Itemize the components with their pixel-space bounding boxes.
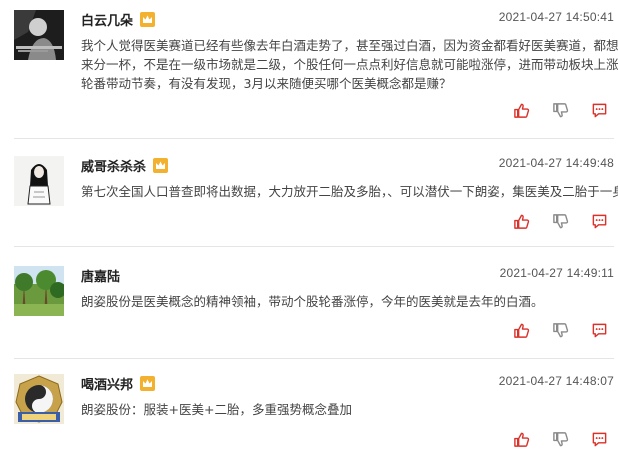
avatar[interactable]	[14, 10, 64, 60]
comment-line: 朗姿股份：服装+医美+二胎，多重强势概念叠加	[81, 402, 352, 417]
action-bar	[513, 431, 608, 448]
post-time: 2021-04-27 14:49:48	[498, 156, 614, 170]
thumbs-down-icon[interactable]	[552, 213, 569, 230]
avatar-image-icon	[14, 10, 64, 60]
action-bar	[513, 213, 608, 230]
thumbs-up-icon[interactable]	[513, 322, 530, 339]
action-bar	[513, 102, 608, 119]
divider	[14, 358, 614, 359]
crown-badge-icon	[140, 11, 156, 27]
comment-icon[interactable]	[591, 213, 608, 230]
comment-line: 轮番带动节奏，有没有发现，3月以来随便买哪个医美概念都是赚？	[81, 76, 452, 91]
comment-post: 威哥杀杀杀 2021-04-27 14:49:48 第七次全国人口普查即将出数据…	[0, 146, 618, 246]
comment-feed: 白云几朵 2021-04-27 14:50:41 我个人觉得医美赛道已经有些像去…	[0, 0, 618, 459]
avatar-image-icon	[14, 266, 64, 316]
comment-text: 第七次全国人口普查即将出数据，大力放开二胎及多胎，、可以潜伏一下朗姿，集医美及二…	[81, 182, 618, 201]
action-bar	[513, 322, 608, 339]
post-time: 2021-04-27 14:49:11	[499, 266, 614, 280]
crown-badge-icon	[153, 157, 169, 173]
divider	[14, 138, 614, 139]
comment-text: 朗姿股份：服装+医美+二胎，多重强势概念叠加	[81, 400, 609, 419]
thumbs-up-icon[interactable]	[513, 102, 530, 119]
avatar[interactable]	[14, 156, 64, 206]
thumbs-up-icon[interactable]	[513, 431, 530, 448]
username[interactable]: 白云几朵	[81, 10, 133, 29]
divider	[14, 246, 614, 247]
comment-line: 第七次全国人口普查即将出数据，大力放开二胎及多胎，、可以潜伏一下朗姿，集医美及二…	[81, 184, 618, 199]
comment-text: 朗姿股份是医美概念的精神领袖，带动个股轮番涨停，今年的医美就是去年的白酒。	[81, 292, 609, 311]
comment-line: 我个人觉得医美赛道已经有些像去年白酒走势了，甚至强过白酒，因为资金都看好医美赛道…	[81, 38, 618, 53]
comment-post: 白云几朵 2021-04-27 14:50:41 我个人觉得医美赛道已经有些像去…	[0, 0, 618, 137]
comment-post: 喝酒兴邦 2021-04-27 14:48:07 朗姿股份：服装+医美+二胎，多…	[0, 364, 618, 459]
thumbs-down-icon[interactable]	[552, 322, 569, 339]
thumbs-down-icon[interactable]	[552, 431, 569, 448]
avatar[interactable]	[14, 266, 64, 316]
avatar-image-icon	[14, 156, 64, 206]
comment-post: 唐嘉陆 2021-04-27 14:49:11 朗姿股份是医美概念的精神领袖，带…	[0, 256, 618, 356]
avatar[interactable]	[14, 374, 64, 424]
comment-text: 我个人觉得医美赛道已经有些像去年白酒走势了，甚至强过白酒，因为资金都看好医美赛道…	[81, 36, 618, 93]
comment-line: 朗姿股份是医美概念的精神领袖，带动个股轮番涨停，今年的医美就是去年的白酒。	[81, 294, 544, 309]
comment-icon[interactable]	[591, 102, 608, 119]
comment-line: 来分一杯，不是在一级市场就是二级，个股任何一点点利好信息就可能啦涨停，进而带动板…	[81, 57, 618, 72]
post-time: 2021-04-27 14:48:07	[498, 374, 614, 388]
comment-icon[interactable]	[591, 431, 608, 448]
crown-badge-icon	[140, 375, 156, 391]
comment-icon[interactable]	[591, 322, 608, 339]
thumbs-down-icon[interactable]	[552, 102, 569, 119]
avatar-image-icon	[14, 374, 64, 424]
post-time: 2021-04-27 14:50:41	[498, 10, 614, 24]
username[interactable]: 威哥杀杀杀	[81, 156, 146, 175]
username[interactable]: 喝酒兴邦	[81, 374, 133, 393]
thumbs-up-icon[interactable]	[513, 213, 530, 230]
username[interactable]: 唐嘉陆	[81, 266, 120, 285]
